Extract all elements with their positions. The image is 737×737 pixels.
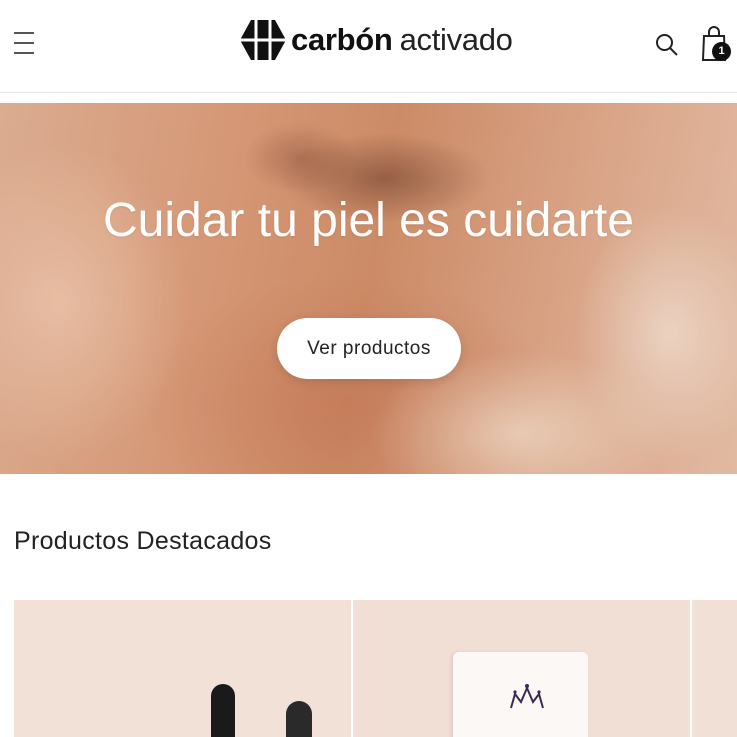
logo-text: carbón activado bbox=[291, 22, 513, 57]
search-icon[interactable] bbox=[655, 33, 679, 57]
site-header: carbón activado 1 bbox=[0, 0, 737, 93]
product-image bbox=[453, 652, 588, 737]
product-card[interactable] bbox=[692, 600, 737, 737]
logo-mark-icon bbox=[240, 20, 286, 60]
hero-banner: Cuidar tu piel es cuidarte Ver productos bbox=[0, 103, 737, 474]
product-image bbox=[211, 684, 235, 737]
hero-title: Cuidar tu piel es cuidarte bbox=[103, 194, 634, 247]
product-card[interactable] bbox=[353, 600, 690, 737]
cart-count-badge: 1 bbox=[712, 42, 731, 61]
menu-icon[interactable] bbox=[14, 32, 36, 58]
product-image bbox=[286, 701, 312, 737]
brand-crown-icon bbox=[510, 684, 544, 709]
view-products-button[interactable]: Ver productos bbox=[277, 318, 461, 379]
site-logo[interactable]: carbón activado bbox=[240, 18, 513, 62]
hero-image-overlay bbox=[0, 103, 737, 474]
product-grid bbox=[14, 600, 737, 737]
product-card[interactable] bbox=[14, 600, 351, 737]
featured-products-heading: Productos Destacados bbox=[14, 527, 272, 555]
